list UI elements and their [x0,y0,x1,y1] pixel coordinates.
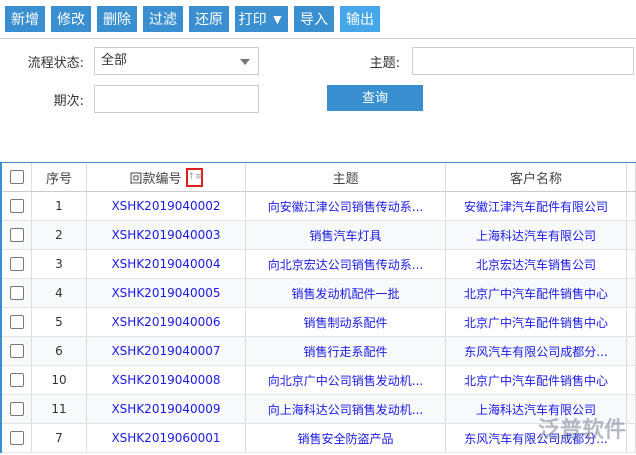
cell-subject[interactable]: 销售制动系配件 [246,308,446,336]
print-button[interactable]: 打印 ▼ [235,6,288,32]
status-select[interactable]: 全部 [94,47,259,75]
query-button[interactable]: 查询 [327,85,423,111]
table-row[interactable]: 1 XSHK2019040002 向安徽江津公司销售传动系... 安徽江津汽车配… [2,192,636,221]
cell-no: 2 [32,221,87,249]
period-input[interactable] [94,85,259,113]
cell-no: 3 [32,250,87,278]
row-checkbox[interactable] [9,344,24,358]
filter-button[interactable]: 过滤 [143,6,183,32]
cell-code-link[interactable]: XSHK2019040008 [87,366,246,394]
status-label: 流程状态: [27,56,84,71]
cell-no: 6 [32,337,87,365]
watermark-logo: 泛普软件 [537,418,626,443]
edit-button[interactable]: 修改 [51,6,91,32]
cell-subject[interactable]: 销售发动机配件一批 [246,279,446,307]
cell-code-link[interactable]: XSHK2019040006 [87,308,246,336]
table-row[interactable]: 5 XSHK2019040006 销售制动系配件 北京广中汽车配件销售中心 [2,308,636,337]
row-checkbox[interactable] [9,286,24,300]
cell-subject[interactable]: 销售汽车灯具 [246,221,446,249]
cell-customer[interactable]: 北京广中汽车配件销售中心 [446,279,627,307]
add-button[interactable]: 新增 [5,6,45,32]
row-checkbox[interactable] [9,402,24,416]
cell-no: 11 [32,395,87,423]
table-row[interactable]: 4 XSHK2019040005 销售发动机配件一批 北京广中汽车配件销售中心 [2,279,636,308]
cell-subject[interactable]: 向北京宏达公司销售传动系... [246,250,446,278]
subject-label: 主题: [369,56,400,71]
period-label: 期次: [53,94,84,109]
cell-code-link[interactable]: XSHK2019040002 [87,192,246,220]
header-code-label: 回款编号 [129,171,182,187]
cell-subject[interactable]: 销售行走系配件 [246,337,446,365]
cell-customer[interactable]: 东风汽车有限公司成都分... [446,337,627,365]
cell-customer[interactable]: 北京广中汽车配件销售中心 [446,366,627,394]
export-button[interactable]: 输出 [340,6,380,32]
cell-code-link[interactable]: XSHK2019040009 [87,395,246,423]
restore-button[interactable]: 还原 [189,6,229,32]
cell-subject[interactable]: 向北京广中公司销售发动机... [246,366,446,394]
cell-subject[interactable]: 向上海科达公司销售发动机... [246,395,446,423]
sort-icon[interactable]: ↑≡ [185,167,203,187]
cell-code-link[interactable]: XSHK2019040004 [87,250,246,278]
row-checkbox[interactable] [9,431,24,445]
header-customer[interactable]: 客户名称 [446,163,627,191]
cell-subject[interactable]: 销售安全防盗产品 [246,424,446,452]
row-checkbox[interactable] [9,257,24,271]
table-row[interactable]: 2 XSHK2019040003 销售汽车灯具 上海科达汽车有限公司 [2,221,636,250]
cell-no: 7 [32,424,87,452]
data-grid: 序号 回款编号 ↑≡ 主题 客户名称 1 XSHK2019040002 向安徽江津… [0,162,636,453]
table-header: 序号 回款编号 ↑≡ 主题 客户名称 [2,163,636,192]
status-value: 全部 [101,53,128,68]
row-checkbox[interactable] [9,228,24,242]
header-code[interactable]: 回款编号 ↑≡ [87,163,246,191]
table-row[interactable]: 3 XSHK2019040004 向北京宏达公司销售传动系... 北京宏达汽车销… [2,250,636,279]
cell-customer[interactable]: 上海科达汽车有限公司 [446,221,627,249]
cell-code-link[interactable]: XSHK2019040005 [87,279,246,307]
cell-no: 4 [32,279,87,307]
select-all-checkbox[interactable] [9,170,24,184]
cell-code-link[interactable]: XSHK2019040003 [87,221,246,249]
table-row[interactable]: 6 XSHK2019040007 销售行走系配件 东风汽车有限公司成都分... [2,337,636,366]
toolbar: 新增 修改 删除 过滤 还原 打印 ▼ 导入 输出 [0,0,636,39]
table-row[interactable]: 10 XSHK2019040008 向北京广中公司销售发动机... 北京广中汽车… [2,366,636,395]
chevron-down-icon [240,59,250,65]
cell-no: 1 [32,192,87,220]
cell-subject[interactable]: 向安徽江津公司销售传动系... [246,192,446,220]
import-button[interactable]: 导入 [294,6,334,32]
subject-input[interactable] [412,47,634,75]
cell-code-link[interactable]: XSHK2019060001 [87,424,246,452]
row-checkbox[interactable] [9,315,24,329]
header-no[interactable]: 序号 [32,163,87,191]
header-subject[interactable]: 主题 [246,163,446,191]
cell-code-link[interactable]: XSHK2019040007 [87,337,246,365]
delete-button[interactable]: 删除 [97,6,137,32]
row-checkbox[interactable] [9,199,24,213]
cell-customer[interactable]: 北京广中汽车配件销售中心 [446,308,627,336]
cell-customer[interactable]: 安徽江津汽车配件有限公司 [446,192,627,220]
cell-no: 10 [32,366,87,394]
cell-no: 5 [32,308,87,336]
row-checkbox[interactable] [9,373,24,387]
cell-customer[interactable]: 北京宏达汽车销售公司 [446,250,627,278]
